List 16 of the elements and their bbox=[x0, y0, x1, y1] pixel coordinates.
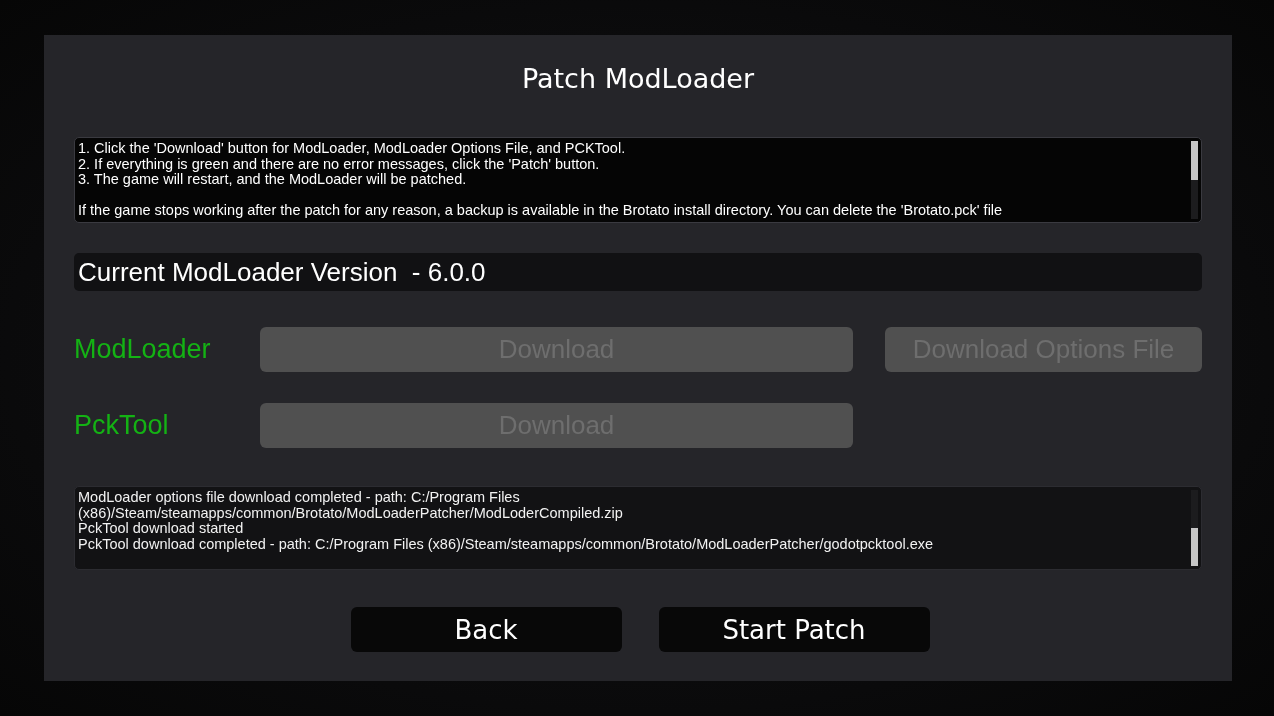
component-label: ModLoader bbox=[74, 334, 211, 365]
log-line: ModLoader options file download completed - path: C:/Program Files bbox=[78, 490, 520, 506]
instruction-note: If the game stops working after the patch for any reason, a backup is available in the Brotato install directory. You can delete the 'Brotato.pck' file bbox=[78, 203, 1003, 219]
instruction-step: 2. If everything is green and there are no error messages, click the 'Patch' button. bbox=[78, 156, 600, 173]
scrollbar[interactable] bbox=[1191, 141, 1198, 219]
version-text: Current ModLoader Version - 6.0.0 bbox=[78, 256, 486, 288]
component-label: PckTool bbox=[74, 410, 169, 441]
instruction-step: 1. Click the 'Download' button for ModLoader, ModLoader Options File, and PCKTool. bbox=[78, 141, 626, 157]
log-line: PckTool download completed - path: C:/Program Files (x86)/Steam/steamapps/common/Brotato/ModLoaderPatcher/godotpcktool.exe bbox=[78, 537, 934, 553]
log-line: PckTool download started bbox=[78, 521, 244, 538]
dialog-title: Patch ModLoader bbox=[521, 63, 755, 95]
scrollbar[interactable] bbox=[1191, 490, 1198, 566]
instruction-step: 3. The game will restart, and the ModLoader will be patched. bbox=[78, 172, 467, 188]
back-button[interactable]: Back bbox=[350, 607, 622, 652]
start-patch-button[interactable]: Start Patch bbox=[658, 607, 930, 652]
log-line: (x86)/Steam/steamapps/common/Brotato/ModLoaderPatcher/ModLoderCompiled.zip bbox=[78, 505, 623, 522]
